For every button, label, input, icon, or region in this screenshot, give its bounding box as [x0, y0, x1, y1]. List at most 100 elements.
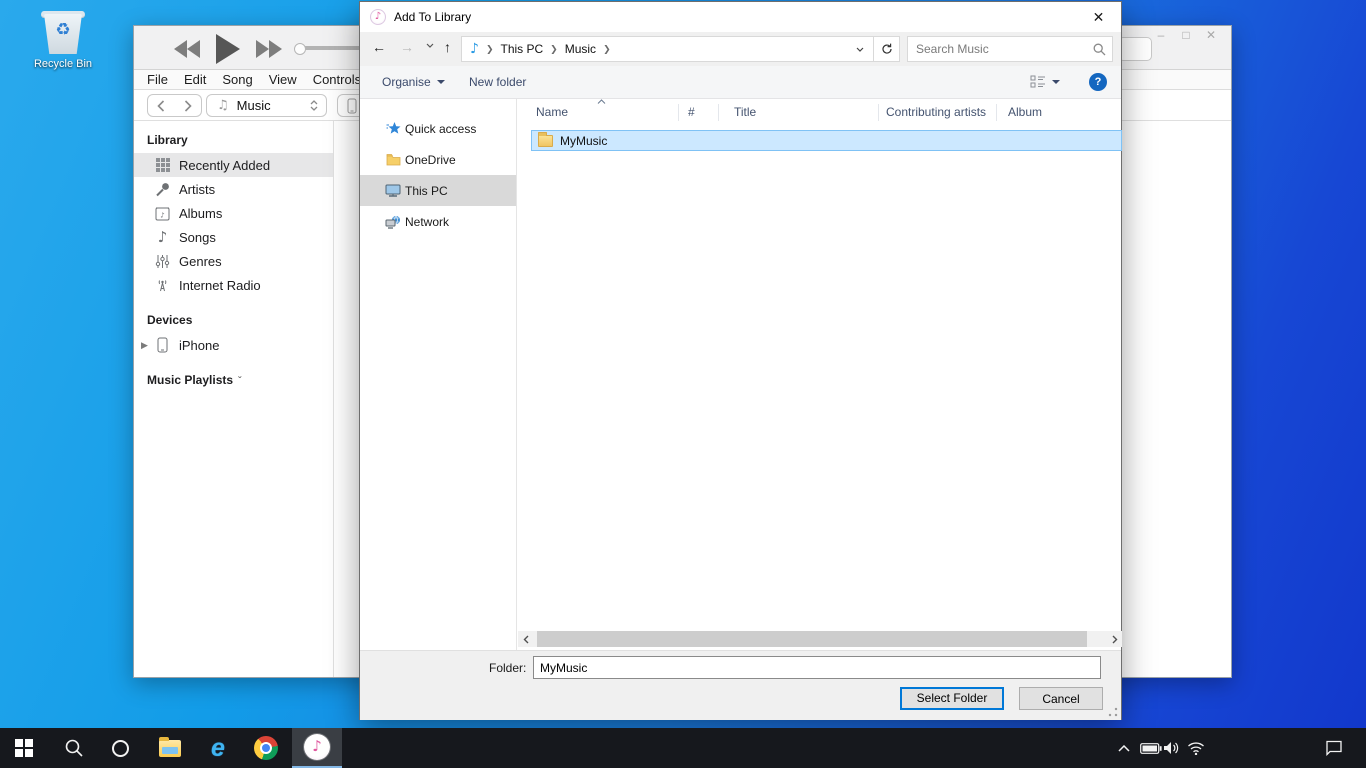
nav-item-onedrive[interactable]: OneDrive: [360, 144, 516, 175]
file-explorer-button[interactable]: [148, 728, 192, 768]
breadcrumb[interactable]: ♪ ❯ This PC ❯ Music ❯: [461, 36, 874, 62]
sidebar-item-genres[interactable]: Genres: [134, 249, 333, 273]
sidebar-item-recently-added[interactable]: Recently Added: [134, 153, 333, 177]
selector-spinner-icon: [310, 100, 318, 111]
sidebar-item-albums[interactable]: ♪ Albums: [134, 201, 333, 225]
nav-item-network[interactable]: Network: [360, 206, 516, 237]
devices-header: Devices: [147, 313, 333, 327]
folder-icon: [538, 135, 553, 147]
recycle-bin-icon: ♻: [40, 8, 86, 56]
itunes-back-button[interactable]: [147, 94, 175, 117]
menu-view[interactable]: View: [269, 72, 297, 87]
nav-item-quick-access[interactable]: Quick access: [360, 113, 516, 144]
breadcrumb-music[interactable]: Music: [565, 42, 596, 56]
volume-icon[interactable]: [1160, 728, 1184, 768]
scroll-left-arrow[interactable]: [518, 631, 533, 647]
play-button[interactable]: [216, 34, 240, 64]
menu-controls[interactable]: Controls: [313, 72, 361, 87]
itunes-forward-button[interactable]: [174, 94, 202, 117]
column-header-title[interactable]: Title: [734, 102, 756, 122]
rewind-button[interactable]: [174, 40, 200, 58]
address-bar: ← → ↑ ♪ ❯ This PC ❯ Music ❯: [360, 32, 1121, 66]
chrome-icon: [254, 736, 278, 760]
music-playlists-header[interactable]: Music Playlistsˇ: [147, 373, 333, 387]
details-view-icon: [1030, 75, 1046, 90]
select-folder-button[interactable]: Select Folder: [900, 687, 1004, 710]
dialog-main: Quick access OneDrive This PC: [360, 99, 1121, 650]
chevron-down-icon: ˇ: [238, 376, 241, 387]
address-dropdown-chevron[interactable]: [856, 47, 864, 52]
view-mode-button[interactable]: [1030, 66, 1060, 98]
sidebar-item-iphone[interactable]: ▶ iPhone: [134, 333, 333, 357]
new-folder-button[interactable]: New folder: [469, 66, 526, 98]
microphone-icon: [154, 182, 171, 197]
volume-slider[interactable]: [296, 46, 366, 50]
start-button[interactable]: [4, 728, 44, 768]
organise-button[interactable]: Organise: [382, 66, 445, 98]
itunes-icon: ♪: [304, 734, 330, 760]
chevron-down-icon: [1052, 80, 1060, 88]
fast-forward-button[interactable]: [256, 40, 282, 58]
menu-file[interactable]: File: [147, 72, 168, 87]
chrome-button[interactable]: [244, 728, 288, 768]
sidebar-item-artists[interactable]: Artists: [134, 177, 333, 201]
hidden-icons-chevron[interactable]: [1114, 728, 1134, 768]
itunes-search-field[interactable]: [1118, 37, 1152, 61]
taskbar-search-button[interactable]: [52, 728, 96, 768]
file-list: Name # Title Contributing artists Album …: [517, 99, 1121, 650]
file-row-mymusic[interactable]: MyMusic: [531, 130, 1122, 151]
horizontal-scrollbar[interactable]: [518, 631, 1122, 647]
wifi-icon[interactable]: [1184, 728, 1208, 768]
search-icon: [1093, 43, 1106, 56]
sidebar-item-label: Recently Added: [179, 158, 270, 173]
album-icon: ♪: [154, 206, 171, 221]
nav-item-this-pc[interactable]: This PC: [360, 175, 516, 206]
internet-explorer-button[interactable]: e: [196, 728, 240, 768]
star-icon: [385, 121, 401, 136]
scroll-right-arrow[interactable]: [1107, 631, 1122, 647]
up-button[interactable]: ↑: [444, 39, 451, 55]
recent-locations-chevron[interactable]: [426, 43, 434, 48]
sidebar-item-songs[interactable]: ♪ Songs: [134, 225, 333, 249]
search-input[interactable]: [908, 37, 1112, 61]
help-button[interactable]: ?: [1089, 73, 1107, 91]
refresh-button[interactable]: [874, 36, 900, 62]
cancel-button[interactable]: Cancel: [1019, 687, 1103, 710]
action-center-icon[interactable]: [1320, 728, 1348, 768]
menu-edit[interactable]: Edit: [184, 72, 206, 87]
scrollbar-thumb[interactable]: [537, 631, 1087, 647]
add-to-library-dialog: ♪ Add To Library ✕ ← → ↑ ♪ ❯ This PC ❯ M…: [359, 1, 1122, 720]
folder-name-input[interactable]: [533, 656, 1101, 679]
forward-button[interactable]: →: [400, 39, 414, 55]
menu-song[interactable]: Song: [222, 72, 252, 87]
dialog-title: Add To Library: [394, 2, 471, 32]
itunes-maximize-button[interactable]: □: [1180, 28, 1192, 42]
taskbar: e ♪: [0, 728, 1366, 768]
column-header-name[interactable]: Name: [536, 102, 568, 122]
nav-item-label: OneDrive: [405, 153, 456, 167]
library-header: Library: [147, 133, 333, 147]
recycle-bin[interactable]: ♻ Recycle Bin: [26, 8, 100, 70]
itunes-close-button[interactable]: ✕: [1205, 28, 1217, 42]
nav-item-label: This PC: [405, 184, 448, 198]
sidebar-item-label: iPhone: [179, 338, 219, 353]
search-box: [907, 36, 1113, 62]
dialog-close-button[interactable]: ✕: [1076, 2, 1121, 32]
sidebar-item-internet-radio[interactable]: Internet Radio: [134, 273, 333, 297]
windows-logo-icon: [15, 739, 33, 757]
itunes-minimize-button[interactable]: –: [1155, 28, 1167, 42]
disclosure-arrow-icon[interactable]: ▶: [141, 340, 148, 351]
itunes-taskbar-button[interactable]: ♪: [292, 728, 342, 768]
sidebar-item-label: Genres: [179, 254, 222, 269]
column-divider: [718, 104, 719, 121]
cortana-icon: [112, 740, 129, 757]
column-header-contributing-artists[interactable]: Contributing artists: [886, 102, 986, 122]
media-kind-selector[interactable]: ♫ Music: [206, 94, 327, 117]
back-button[interactable]: ←: [372, 39, 386, 55]
cortana-button[interactable]: [100, 728, 140, 768]
resize-grip[interactable]: [1108, 707, 1118, 717]
dialog-footer: Folder: Select Folder Cancel: [360, 650, 1121, 720]
column-header-number[interactable]: #: [688, 102, 695, 122]
breadcrumb-this-pc[interactable]: This PC: [500, 42, 543, 56]
column-header-album[interactable]: Album: [1008, 102, 1042, 122]
